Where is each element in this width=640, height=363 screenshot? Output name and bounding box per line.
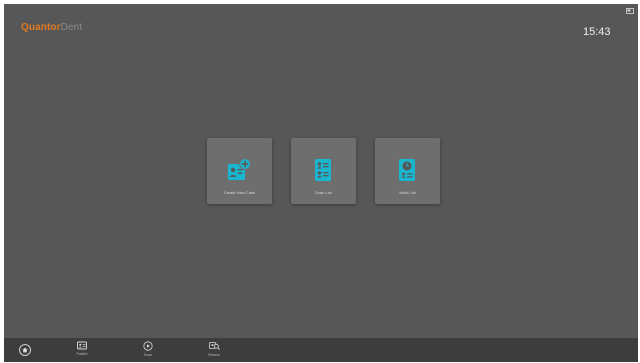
window-mode-button[interactable] bbox=[625, 7, 635, 15]
work-list-tile[interactable]: Work List bbox=[375, 138, 440, 204]
work-list-icon bbox=[399, 159, 415, 181]
home-icon bbox=[22, 347, 28, 353]
taskbar-review-button[interactable]: Review bbox=[201, 341, 227, 361]
taskbar: Patient Scan Review bbox=[4, 338, 638, 362]
create-new-case-tile[interactable]: Create New Case bbox=[207, 138, 272, 204]
app-screen: QuantorDent 15:43 Create New Case Scan L… bbox=[4, 4, 638, 362]
taskbar-label: Scan bbox=[144, 353, 152, 357]
add-patient-icon bbox=[228, 158, 251, 180]
patient-card-icon bbox=[77, 341, 87, 350]
window-icon bbox=[626, 8, 634, 14]
scan-list-icon bbox=[315, 159, 331, 181]
taskbar-patient-button[interactable]: Patient bbox=[69, 341, 95, 361]
taskbar-scan-button[interactable]: Scan bbox=[135, 341, 161, 361]
review-icon bbox=[208, 342, 220, 350]
app-logo: QuantorDent bbox=[21, 22, 82, 33]
home-button[interactable] bbox=[19, 344, 31, 356]
scan-icon bbox=[143, 341, 153, 351]
scan-list-tile[interactable]: Scan List bbox=[291, 138, 356, 204]
logo-secondary: Dent bbox=[60, 22, 83, 33]
tile-label: Create New Case bbox=[223, 190, 256, 195]
taskbar-label: Patient bbox=[76, 352, 88, 356]
clock: 15:43 bbox=[583, 26, 611, 38]
tile-label: Scan List bbox=[315, 190, 332, 195]
tile-label: Work List bbox=[399, 190, 416, 195]
taskbar-label: Review bbox=[208, 353, 220, 357]
logo-primary: Quantor bbox=[21, 22, 61, 33]
